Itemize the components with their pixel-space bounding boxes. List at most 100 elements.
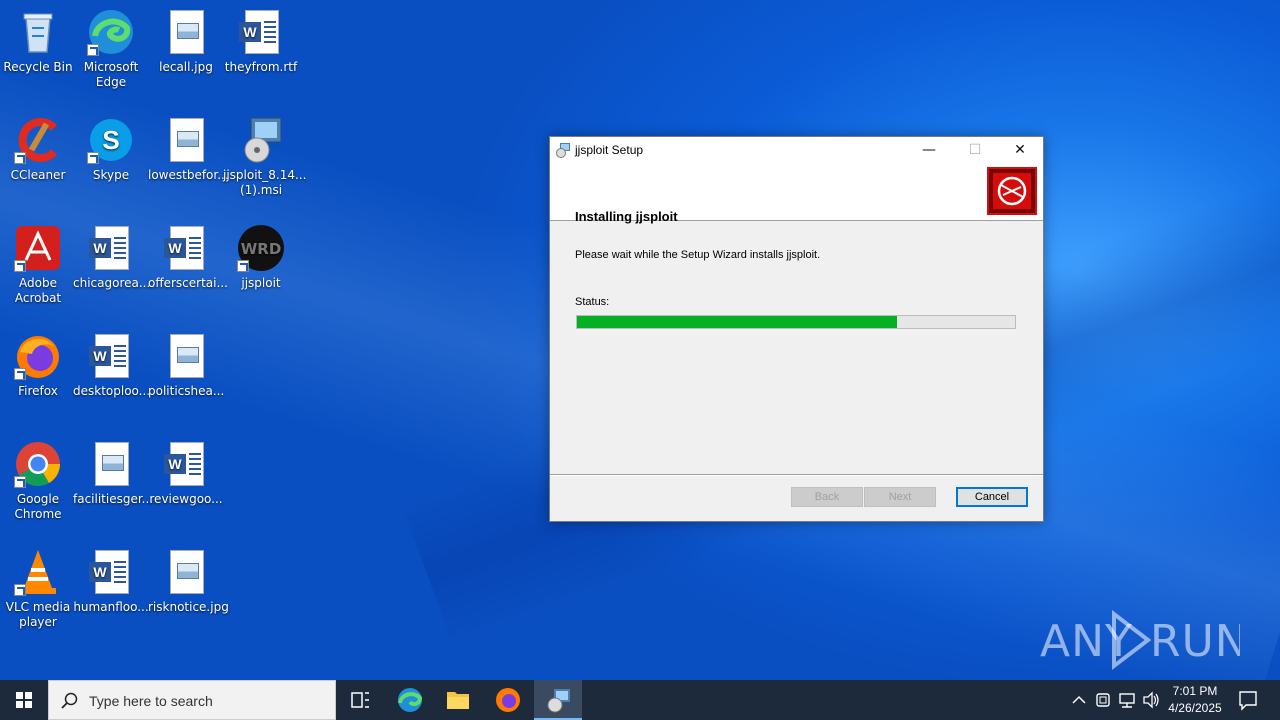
- svg-text:WRD: WRD: [241, 240, 282, 258]
- close-button[interactable]: ✕: [997, 137, 1043, 163]
- edge-icon: [87, 8, 135, 56]
- desktop-icon-firefox[interactable]: Firefox: [0, 332, 76, 399]
- desktop-icon-label: CCleaner: [10, 168, 66, 182]
- shortcut-arrow-icon: [237, 260, 249, 272]
- desktop-icon-lecall[interactable]: lecall.jpg: [148, 8, 224, 75]
- next-button[interactable]: Next: [864, 487, 936, 507]
- desktop-icon-chrome[interactable]: Google Chrome: [0, 440, 76, 522]
- maximize-button[interactable]: ☐: [952, 137, 998, 163]
- desktop-icon-theyfrom[interactable]: W theyfrom.rtf: [223, 8, 299, 75]
- desktop-icon-chicagorea[interactable]: W chicagorea...: [73, 224, 151, 291]
- desktop-icon-lowestbefor[interactable]: lowestbefor...: [148, 116, 229, 183]
- chrome-icon: [14, 440, 62, 488]
- notifications-button[interactable]: [1232, 680, 1264, 720]
- desktop-icon-label: humanfloo...: [73, 600, 149, 614]
- desktop-icon-label: desktoploo...: [73, 384, 151, 398]
- desktop-icon-label: reviewgoo...: [149, 492, 223, 506]
- taskbar-clock[interactable]: 7:01 PM 4/26/2025: [1160, 683, 1230, 717]
- vlc-icon: [14, 548, 62, 596]
- folder-icon: [447, 692, 469, 709]
- desktop-icon-label: Recycle Bin: [3, 60, 73, 74]
- desktop-icon-offerscertai[interactable]: W offerscertai...: [148, 224, 228, 291]
- task-view-button[interactable]: [336, 680, 384, 720]
- installer-icon: [555, 142, 571, 158]
- taskbar-search-box[interactable]: Type here to search: [48, 680, 336, 720]
- start-button[interactable]: [0, 680, 48, 720]
- shortcut-arrow-icon: [14, 584, 26, 596]
- taskbar: Type here to search 7:01 PM 4/26/2025: [0, 680, 1280, 720]
- anyrun-watermark: ANY RUN: [1040, 608, 1248, 672]
- firefox-icon: [14, 332, 62, 380]
- install-progress-bar: [576, 315, 1016, 329]
- dialog-titlebar[interactable]: jjsploit Setup — ☐ ✕: [550, 137, 1043, 163]
- footer-divider: [550, 474, 1043, 476]
- task-view-icon: [351, 692, 369, 708]
- desktop-icon-desktoploo[interactable]: W desktoploo...: [73, 332, 151, 399]
- desktop-icon-acrobat[interactable]: Adobe Acrobat: [0, 224, 76, 306]
- desktop-icon-risknotice[interactable]: risknotice.jpg: [148, 548, 229, 615]
- desktop-icon-recycle-bin[interactable]: Recycle Bin: [0, 8, 76, 75]
- image-file-icon: [162, 8, 210, 56]
- desktop-icon-politicshea[interactable]: politicshea...: [148, 332, 224, 399]
- show-hidden-icons-button[interactable]: [1068, 680, 1090, 720]
- image-file-icon: [162, 116, 210, 164]
- shortcut-arrow-icon: [14, 368, 26, 380]
- desktop-icon-label: lowestbefor...: [148, 168, 229, 182]
- search-placeholder: Type here to search: [89, 693, 213, 709]
- tray-device-icon[interactable]: [1092, 680, 1114, 720]
- taskbar-file-explorer-button[interactable]: [434, 680, 482, 720]
- jjsploit-logo-icon: [987, 167, 1037, 215]
- svg-text:ANY: ANY: [1040, 616, 1133, 667]
- desktop-icon-label: lecall.jpg: [159, 60, 213, 74]
- taskbar-firefox-button[interactable]: [484, 680, 532, 720]
- shortcut-arrow-icon: [14, 152, 26, 164]
- windows-icon: [16, 692, 32, 708]
- desktop-icon-reviewgoo[interactable]: W reviewgoo...: [148, 440, 224, 507]
- volume-icon[interactable]: [1140, 680, 1162, 720]
- word-file-icon: W: [162, 440, 210, 488]
- desktop-icon-label: offerscertai...: [148, 276, 228, 290]
- desktop-icon-label: chicagorea...: [73, 276, 151, 290]
- desktop-icon-label: Microsoft Edge: [83, 60, 139, 89]
- progress-fill: [577, 316, 897, 328]
- cancel-button[interactable]: Cancel: [956, 487, 1028, 507]
- taskbar-edge-button[interactable]: [386, 680, 434, 720]
- installer-icon: [547, 689, 570, 713]
- desktop-icon-jjsploit[interactable]: WRD jjsploit: [223, 224, 299, 291]
- desktop-icon-label: theyfrom.rtf: [224, 60, 298, 74]
- image-file-icon: [162, 332, 210, 380]
- word-file-icon: W: [87, 548, 135, 596]
- network-icon[interactable]: [1116, 680, 1138, 720]
- dialog-heading: Installing jjsploit: [575, 209, 678, 224]
- acrobat-icon: [14, 224, 62, 272]
- skype-icon: S: [87, 116, 135, 164]
- desktop-icon-edge[interactable]: Microsoft Edge: [73, 8, 149, 90]
- taskbar-installer-button[interactable]: [534, 680, 582, 720]
- clock-date: 4/26/2025: [1168, 701, 1222, 715]
- desktop-icon-label: facilitiesger...: [73, 492, 154, 506]
- edge-icon: [398, 688, 423, 712]
- svg-text:S: S: [102, 125, 119, 155]
- minimize-button[interactable]: —: [906, 137, 952, 163]
- desktop-icon-jjsploit-msi[interactable]: jjsploit_8.14...(1).msi: [223, 116, 306, 198]
- desktop-icon-facilitiesger[interactable]: facilitiesger...: [73, 440, 154, 507]
- ccleaner-icon: [14, 116, 62, 164]
- desktop-icon-ccleaner[interactable]: CCleaner: [0, 116, 76, 183]
- notification-icon: [1239, 691, 1257, 711]
- desktop-icon-humanfloo[interactable]: W humanfloo...: [73, 548, 149, 615]
- desktop-icon-vlc[interactable]: VLC media player: [0, 548, 76, 630]
- word-file-icon: W: [87, 224, 135, 272]
- desktop-icon-label: Google Chrome: [14, 492, 62, 521]
- msi-installer-icon: [237, 116, 285, 164]
- word-file-icon: W: [162, 224, 210, 272]
- dialog-banner: Installing jjsploit: [550, 163, 1043, 224]
- desktop-icon-skype[interactable]: S Skype: [73, 116, 149, 183]
- firefox-icon: [496, 688, 520, 712]
- recycle-bin-icon: [14, 8, 62, 56]
- desktop-icon-label: VLC media player: [5, 600, 71, 629]
- shortcut-arrow-icon: [14, 476, 26, 488]
- word-file-icon: W: [237, 8, 285, 56]
- image-file-icon: [162, 548, 210, 596]
- back-button[interactable]: Back: [791, 487, 863, 507]
- install-message: Please wait while the Setup Wizard insta…: [575, 249, 821, 261]
